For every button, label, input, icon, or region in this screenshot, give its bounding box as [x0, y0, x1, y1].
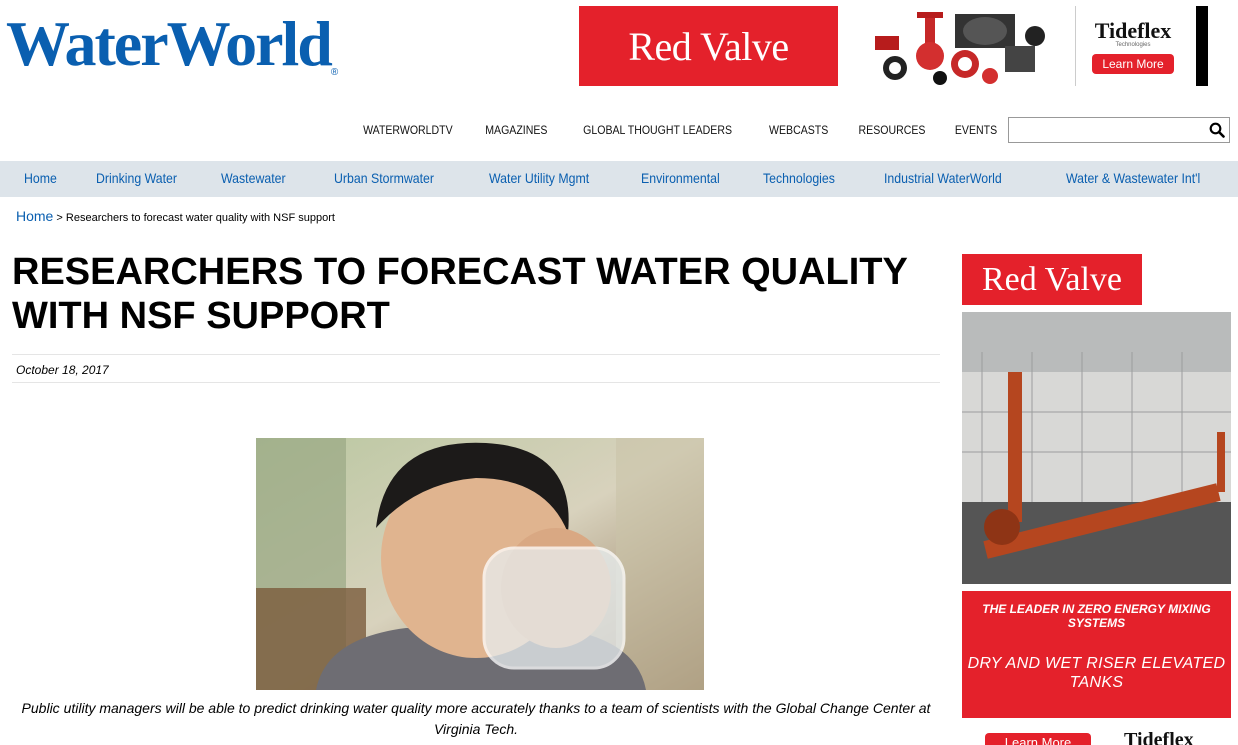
article-date: October 18, 2017 [16, 363, 109, 377]
site-logo[interactable]: WaterWorld® [6, 8, 386, 79]
top-banner-ad[interactable]: Red Valve Tideflex Technologies Learn Mo… [579, 6, 1231, 86]
util-nav-webcasts[interactable]: WEBCASTS [769, 123, 828, 137]
search-input[interactable] [1009, 119, 1209, 141]
banner-edge [1196, 6, 1208, 86]
util-nav-waterworldtv[interactable]: WATERWORLDTV [363, 123, 453, 137]
nav-water-wastewater-intl[interactable]: Water & Wastewater Int'l [1066, 170, 1200, 186]
search-icon[interactable] [1209, 122, 1225, 138]
sidebar-learn-more-button[interactable]: Learn More [985, 733, 1091, 745]
breadcrumb: Home > Researchers to forecast water qua… [16, 208, 335, 224]
sidebar-ad-text-block[interactable]: THE LEADER IN ZERO ENERGY MIXING SYSTEMS… [962, 591, 1231, 718]
nav-wastewater[interactable]: Wastewater [221, 170, 286, 186]
logo-registered-mark: ® [330, 67, 339, 78]
valve-products-illustration [875, 12, 1045, 85]
nav-water-utility-mgmt[interactable]: Water Utility Mgmt [489, 170, 589, 186]
tideflex-logo: Tideflex [1094, 18, 1172, 43]
tank-pipe-illustration [962, 312, 1231, 584]
sidebar-ad-brand-text: Red Valve [981, 260, 1123, 298]
breadcrumb-separator: > [56, 212, 63, 224]
date-rule-top [12, 354, 940, 355]
banner-brand-block: Red Valve [579, 6, 838, 86]
tideflex-subtitle: Technologies [1115, 42, 1151, 48]
sidebar-tideflex-logo: Tideflex [1124, 729, 1194, 745]
nav-industrial-waterworld[interactable]: Industrial WaterWorld [884, 170, 1002, 186]
article-hero-image [256, 438, 704, 690]
date-rule-bottom [12, 382, 940, 383]
sidebar-ad-tagline: THE LEADER IN ZERO ENERGY MIXING SYSTEMS [982, 602, 1211, 630]
main-nav: Home Drinking Water Wastewater Urban Sto… [0, 161, 1238, 197]
search-box [1008, 117, 1230, 143]
nav-home[interactable]: Home [24, 170, 57, 186]
boy-drinking-water-photo [256, 438, 704, 690]
logo-text: WaterWorld [6, 8, 333, 79]
nav-urban-stormwater[interactable]: Urban Stormwater [334, 170, 434, 186]
image-caption: Public utility managers will be able to … [21, 700, 931, 737]
nav-drinking-water[interactable]: Drinking Water [96, 170, 177, 186]
banner-products-image [865, 6, 1050, 86]
nav-technologies[interactable]: Technologies [763, 170, 835, 186]
utility-nav: WATERWORLDTV MAGAZINES GLOBAL THOUGHT LE… [357, 117, 1230, 143]
util-nav-magazines[interactable]: MAGAZINES [485, 123, 547, 137]
banner-tideflex-block: Tideflex Technologies Learn More [1076, 6, 1190, 86]
util-nav-events[interactable]: EVENTS [955, 123, 997, 137]
nav-environmental[interactable]: Environmental [641, 170, 720, 186]
article-title: RESEARCHERS TO FORECAST WATER QUALITY WI… [12, 251, 908, 337]
banner-brand-text: Red Valve [628, 23, 789, 69]
breadcrumb-home[interactable]: Home [16, 208, 53, 224]
sidebar-ad-image[interactable] [962, 312, 1231, 584]
sidebar-ad-product: DRY AND WET RISER ELEVATED TANKS [967, 655, 1226, 691]
banner-learn-more-button[interactable]: Learn More [1092, 54, 1174, 74]
sidebar-ad-brand[interactable]: Red Valve [962, 254, 1142, 305]
util-nav-resources[interactable]: RESOURCES [859, 123, 926, 137]
breadcrumb-current: Researchers to forecast water quality wi… [65, 212, 335, 224]
util-nav-global-thought-leaders[interactable]: GLOBAL THOUGHT LEADERS [584, 123, 733, 137]
